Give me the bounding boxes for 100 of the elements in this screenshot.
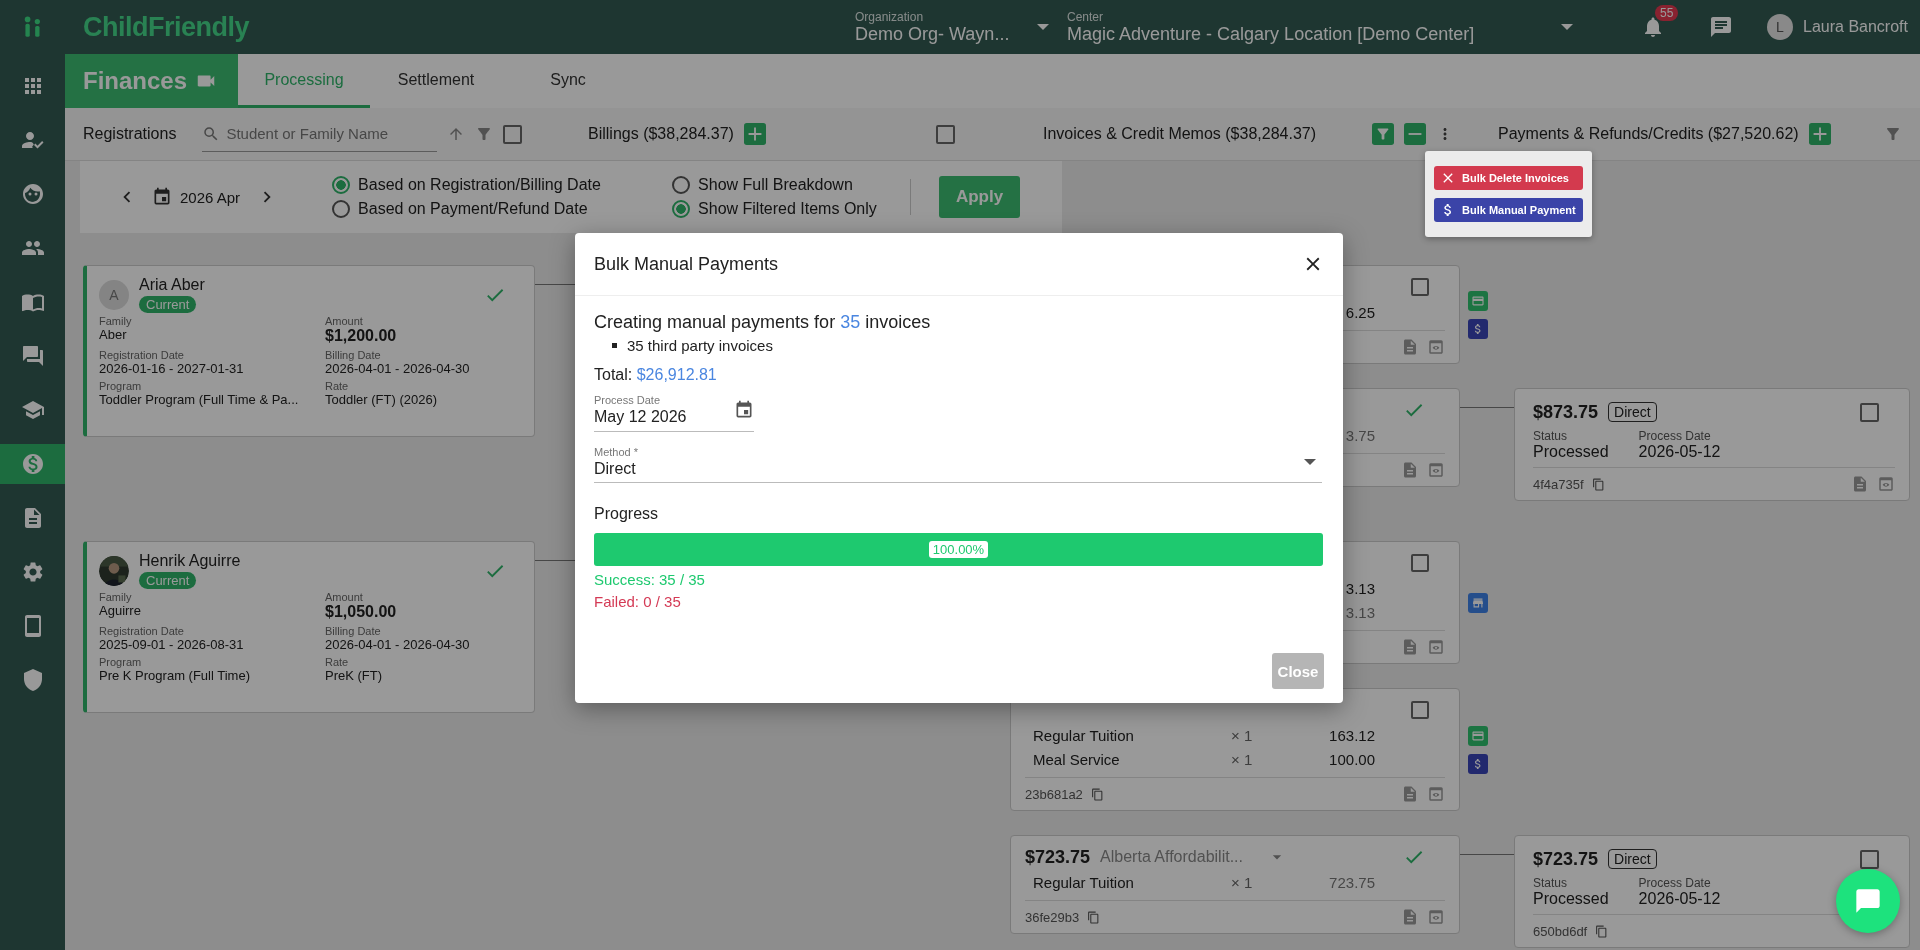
- checkbox[interactable]: [503, 124, 523, 144]
- calendar-icon[interactable]: [152, 187, 172, 207]
- menu-button[interactable]: Bulk Delete Invoices: [1434, 166, 1583, 190]
- field-value: Toddler (FT) (2026): [325, 392, 438, 407]
- period-label[interactable]: 2026 Apr: [180, 188, 241, 206]
- dollar-icon[interactable]: [1468, 753, 1488, 774]
- quantity: × 1: [1231, 726, 1253, 744]
- field-value: Pre K Program (Full Time): [99, 668, 251, 683]
- field-value: $1,050.00: [325, 603, 398, 621]
- field-label: Rate: [325, 656, 350, 668]
- method-select[interactable]: Method * Direct: [594, 446, 1322, 483]
- tab[interactable]: Sync: [502, 54, 634, 108]
- copy-icon[interactable]: [1090, 787, 1104, 801]
- document-icon[interactable]: [1401, 338, 1419, 356]
- line-amount: 3.75: [1345, 426, 1375, 444]
- menu-button[interactable]: Bulk Manual Payment: [1434, 198, 1583, 222]
- preview-icon[interactable]: [1427, 338, 1445, 356]
- document-icon[interactable]: [1401, 461, 1419, 479]
- payment-amount: $723.75: [1533, 848, 1599, 870]
- field-label: Family: [99, 315, 133, 327]
- registration-card[interactable]: Henrik Aguirre Current Family Aguirre Amount $1,050.00 Registration Date 2025-09-01 - 2026-08-31 Billing Date 2026-04-01 - 2026-04-30 Program Pre K Program (Full Time) Rate PreK (FT): [83, 541, 535, 713]
- line-amount: 100.00: [1329, 750, 1375, 768]
- caret-icon: [1304, 459, 1316, 465]
- filter-icon[interactable]: [1372, 123, 1394, 145]
- caret-icon: [1561, 24, 1573, 30]
- checkbox[interactable]: [1411, 554, 1429, 572]
- quantity: × 1: [1231, 750, 1253, 768]
- checkbox[interactable]: [1411, 701, 1429, 719]
- field-value: 2026-04-01 - 2026-04-30: [325, 361, 471, 376]
- page-title: Finances: [83, 67, 188, 95]
- document-icon[interactable]: [1851, 475, 1869, 493]
- preview-icon[interactable]: [1427, 461, 1445, 479]
- line-amount: 6.25: [1345, 303, 1375, 321]
- user-name[interactable]: Laura Bancroft: [1803, 18, 1908, 36]
- search-field[interactable]: Student or Family Name: [226, 125, 427, 142]
- payment-amount: $873.75: [1533, 401, 1599, 423]
- add-icon[interactable]: [743, 123, 766, 145]
- field-label: Process Date: [1638, 429, 1712, 443]
- field-label: Amount: [325, 315, 364, 327]
- copy-icon[interactable]: [1087, 910, 1101, 924]
- minus-icon[interactable]: [1404, 123, 1426, 145]
- copy-icon[interactable]: [1591, 477, 1605, 491]
- sidebar-item[interactable]: [0, 444, 65, 484]
- preview-icon[interactable]: [1877, 475, 1895, 493]
- copy-icon[interactable]: [1595, 924, 1609, 938]
- user-avatar[interactable]: L: [1767, 14, 1793, 40]
- store-icon[interactable]: [1468, 592, 1488, 613]
- tab[interactable]: Settlement: [370, 54, 502, 108]
- field-value: 2026-01-16 - 2027-01-31: [99, 361, 245, 376]
- result-text: Failed: 0 / 35: [594, 593, 681, 610]
- line-item-name: Regular Tuition: [1033, 873, 1134, 891]
- card-icon[interactable]: [1468, 290, 1488, 311]
- progress-label: Progress: [594, 505, 659, 523]
- method-badge: Direct: [1608, 402, 1657, 422]
- field-value: 2026-05-12: [1638, 443, 1721, 461]
- field-value: Toddler Program (Full Time & Pa...: [99, 392, 300, 407]
- field-value: 2026-05-12: [1638, 890, 1721, 908]
- field-label: Rate: [325, 380, 350, 392]
- document-icon[interactable]: [1401, 785, 1419, 803]
- filter-icon[interactable]: [1884, 125, 1902, 143]
- document-icon[interactable]: [1401, 908, 1419, 926]
- field-value: 2025-09-01 - 2026-08-31: [99, 637, 245, 652]
- add-icon[interactable]: [1808, 123, 1831, 145]
- payment-card[interactable]: $723.75 Direct Status Processed Process Date 2026-05-12 650bd6df: [1514, 835, 1910, 948]
- payment-id: 650bd6df: [1533, 923, 1588, 939]
- radio-label[interactable]: Based on Registration/Billing Date: [358, 176, 601, 194]
- date-field[interactable]: Process Date May 12 2026: [594, 394, 754, 432]
- checkbox[interactable]: [936, 124, 955, 144]
- radio-label[interactable]: Show Filtered Items Only: [698, 200, 877, 218]
- preview-icon[interactable]: [1427, 785, 1445, 803]
- invoice-card[interactable]: $723.75 Alberta Affordabilit... Regular Tuition × 1 723.75 36fe29b3: [1010, 835, 1460, 934]
- status-badge: Current: [139, 296, 197, 313]
- field-value: Processed: [1533, 890, 1609, 908]
- field-label: Billing Date: [325, 625, 382, 637]
- connector-line: [1460, 407, 1514, 408]
- column-title: Invoices & Credit Memos ($38,284.37): [1043, 125, 1316, 143]
- organization-select[interactable]: Organization Demo Org- Wayn...: [855, 9, 1055, 45]
- graduation-cap-icon: [20, 398, 45, 422]
- messages-icon[interactable]: [1709, 15, 1733, 39]
- document-icon[interactable]: [1401, 638, 1419, 656]
- calendar-icon[interactable]: [734, 400, 754, 420]
- dollar-icon[interactable]: [1468, 318, 1488, 339]
- checkbox[interactable]: [1860, 402, 1879, 422]
- invoice-card[interactable]: Regular Tuition × 1 163.12 Meal Service × 1 100.00 23b681a2: [1010, 688, 1460, 811]
- result-text: Success: 35 / 35: [594, 571, 705, 588]
- field-label: Registration Date: [99, 349, 185, 361]
- preview-icon[interactable]: [1427, 908, 1445, 926]
- checkbox[interactable]: [1411, 278, 1429, 296]
- radio-label[interactable]: Based on Payment/Refund Date: [358, 200, 588, 218]
- checkbox[interactable]: [1860, 849, 1879, 869]
- line-amount: 3.13: [1345, 603, 1375, 621]
- radio-button[interactable]: [332, 200, 351, 218]
- payment-card[interactable]: $873.75 Direct Status Processed Process Date 2026-05-12 4f4a735f: [1514, 388, 1910, 501]
- preview-icon[interactable]: [1427, 638, 1445, 656]
- center-select[interactable]: Center Magic Adventure - Calgary Location [Demo Center]: [1067, 9, 1579, 45]
- card-icon[interactable]: [1468, 725, 1488, 746]
- registration-card[interactable]: A Aria Aber Current Family Aber Amount $1,200.00 Registration Date 2026-01-16 - 2027-01-31 Billing Date 2026-04-01 - 2026-04-30 Program Toddler Program (Full Time & Pa... Rate Toddler (FT) (2026): [83, 265, 535, 437]
- radio-button[interactable]: [672, 176, 691, 194]
- line-amount: 3.13: [1345, 579, 1375, 597]
- radio-label[interactable]: Show Full Breakdown: [698, 176, 853, 194]
